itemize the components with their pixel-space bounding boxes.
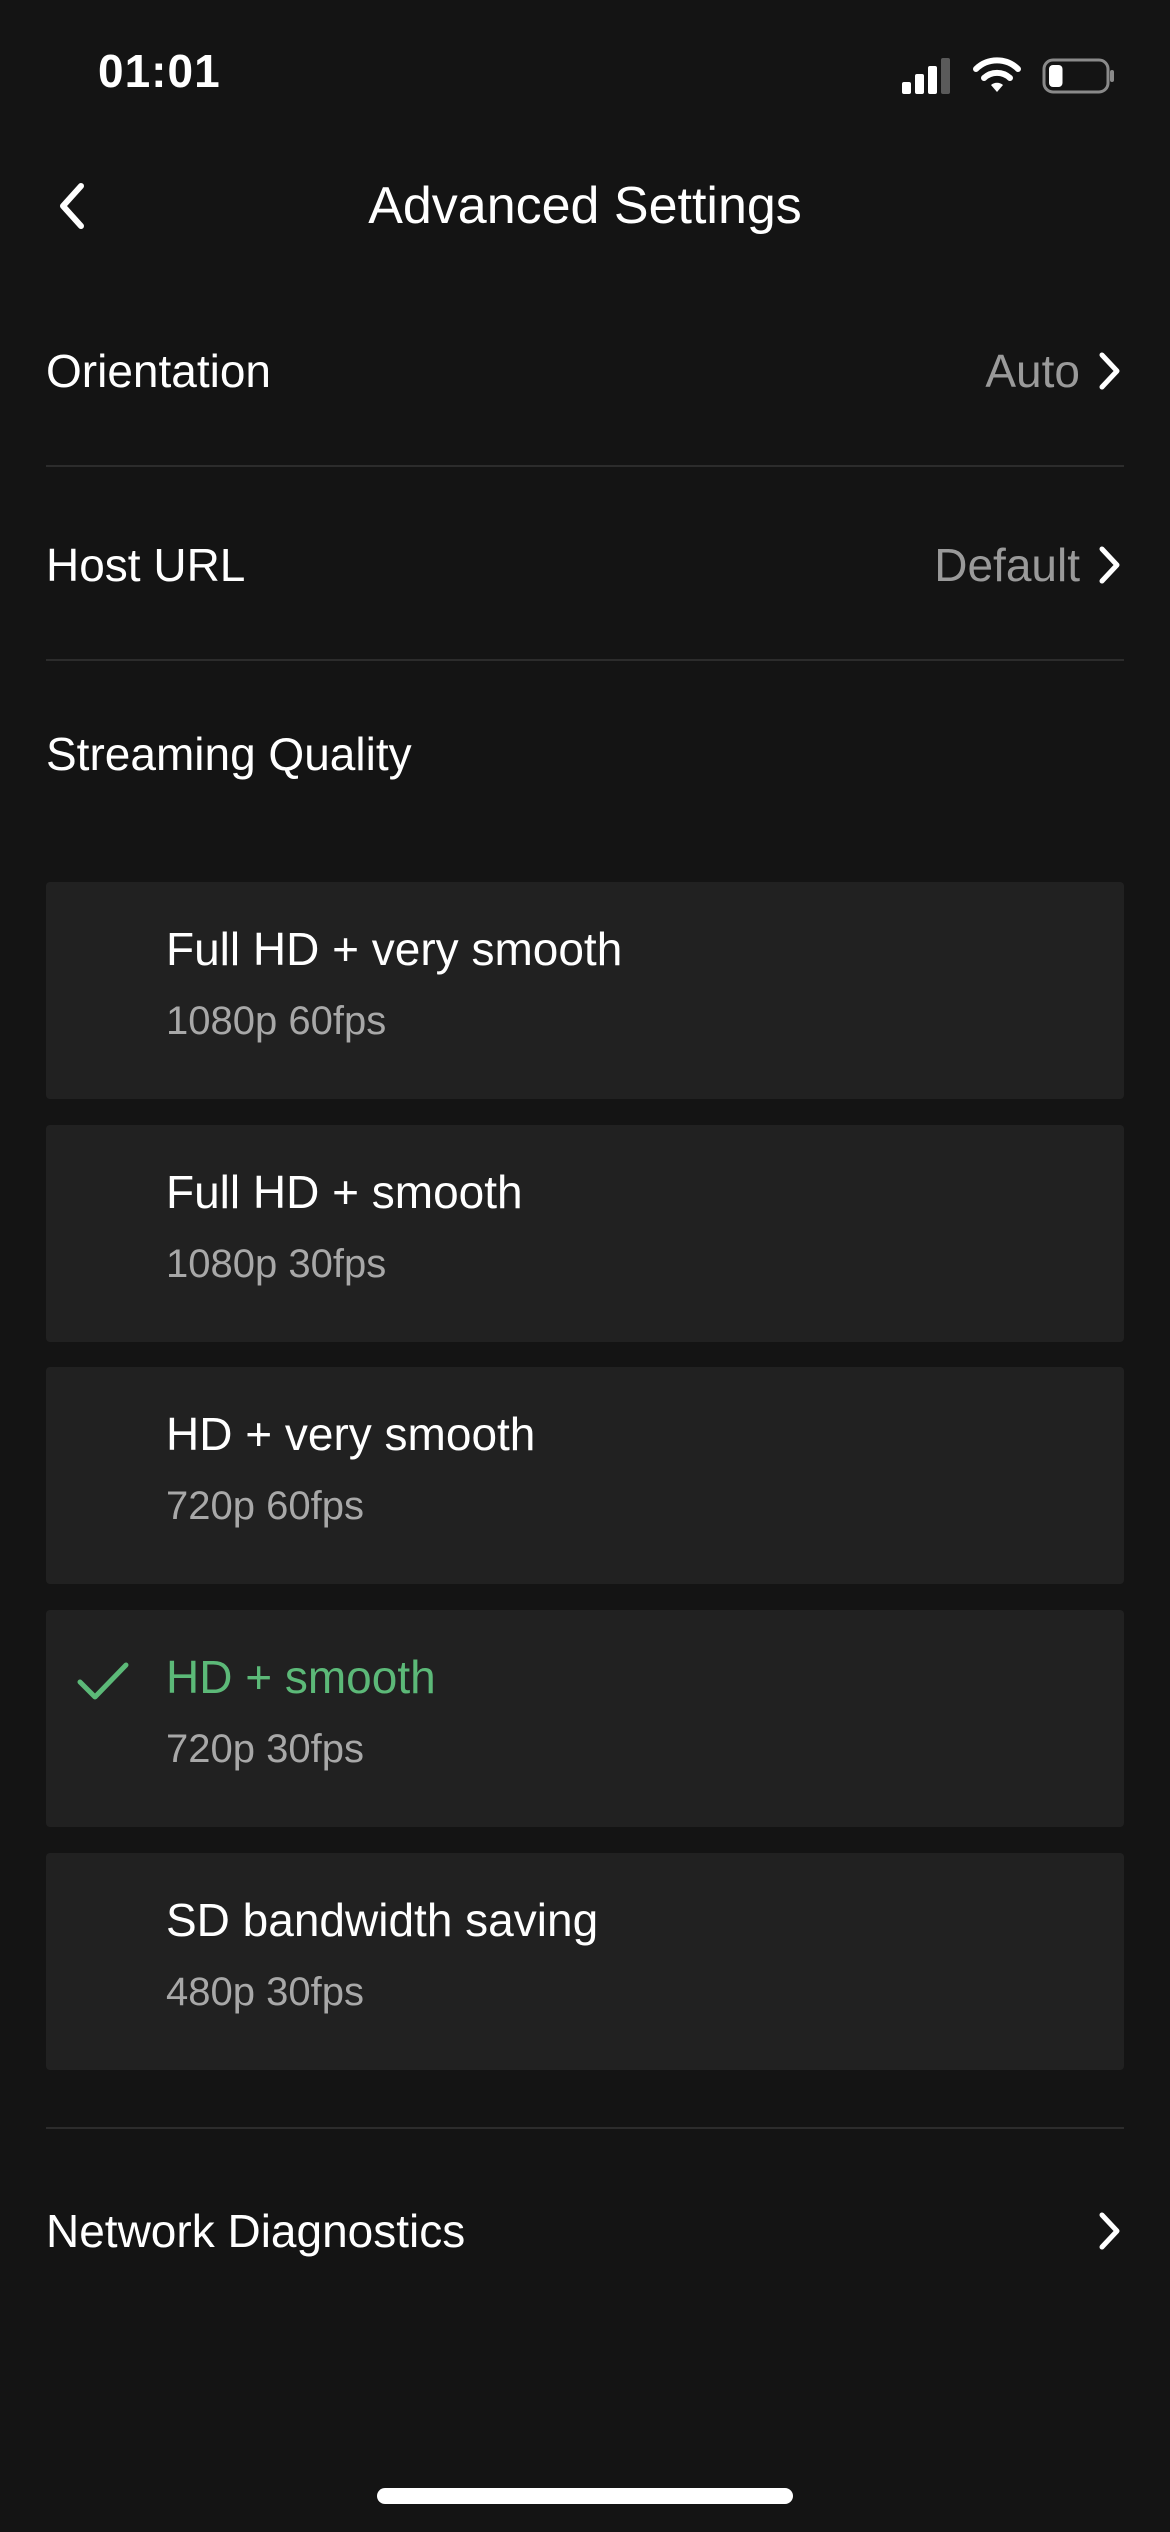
- battery-level-fill: [1049, 65, 1063, 87]
- status-time: 01:01: [98, 45, 221, 97]
- orientation-value-group: Auto: [985, 344, 1124, 398]
- divider: [46, 659, 1124, 661]
- host-url-label: Host URL: [46, 539, 246, 591]
- quality-option-detail: 1080p 30fps: [166, 1242, 387, 1286]
- status-bar: 01:01: [0, 0, 1170, 150]
- page-title: Advanced Settings: [368, 177, 802, 235]
- cellular-signal-icon: [902, 58, 950, 94]
- battery-icon: [1042, 58, 1114, 94]
- orientation-row[interactable]: Orientation Auto: [46, 274, 1124, 468]
- network-diagnostics-row[interactable]: Network Diagnostics: [46, 2134, 1124, 2328]
- check-icon: [77, 1662, 129, 1700]
- quality-option-name: HD + very smooth: [166, 1408, 536, 1460]
- quality-option-full-hd-smooth[interactable]: Full HD + smooth 1080p 30fps: [46, 1125, 1124, 1342]
- quality-option-hd-very-smooth[interactable]: HD + very smooth 720p 60fps: [46, 1367, 1124, 1584]
- network-diagnostics-chevron-group: [1094, 2210, 1124, 2252]
- quality-option-hd-smooth[interactable]: HD + smooth 720p 30fps: [46, 1610, 1124, 1827]
- host-url-row[interactable]: Host URL Default: [46, 468, 1124, 662]
- host-url-value-group: Default: [934, 538, 1124, 592]
- navigation-bar: Advanced Settings: [0, 150, 1170, 264]
- quality-option-detail: 480p 30fps: [166, 1970, 364, 2014]
- quality-option-sd-bandwidth-saving[interactable]: SD bandwidth saving 480p 30fps: [46, 1853, 1124, 2070]
- quality-option-name: Full HD + very smooth: [166, 923, 623, 975]
- orientation-value: Auto: [985, 345, 1080, 397]
- divider: [46, 465, 1124, 467]
- quality-option-detail: 1080p 60fps: [166, 999, 387, 1043]
- quality-option-name: HD + smooth: [166, 1651, 436, 1703]
- chevron-right-icon: [1099, 2212, 1120, 2250]
- chevron-right-icon: [1099, 352, 1120, 390]
- network-diagnostics-label: Network Diagnostics: [46, 2205, 466, 2257]
- divider: [46, 2127, 1124, 2129]
- quality-option-detail: 720p 60fps: [166, 1484, 364, 1528]
- quality-option-detail: 720p 30fps: [166, 1727, 364, 1771]
- quality-option-name: Full HD + smooth: [166, 1166, 523, 1218]
- host-url-value: Default: [934, 539, 1080, 591]
- streaming-quality-title: Streaming Quality: [46, 728, 412, 780]
- quality-option-full-hd-very-smooth[interactable]: Full HD + very smooth 1080p 60fps: [46, 882, 1124, 1099]
- status-icons: [900, 52, 1116, 100]
- chevron-right-icon: [1099, 546, 1120, 584]
- wifi-icon: [973, 57, 1021, 92]
- home-indicator[interactable]: [377, 2488, 793, 2504]
- quality-option-name: SD bandwidth saving: [166, 1894, 599, 1946]
- orientation-label: Orientation: [46, 345, 272, 397]
